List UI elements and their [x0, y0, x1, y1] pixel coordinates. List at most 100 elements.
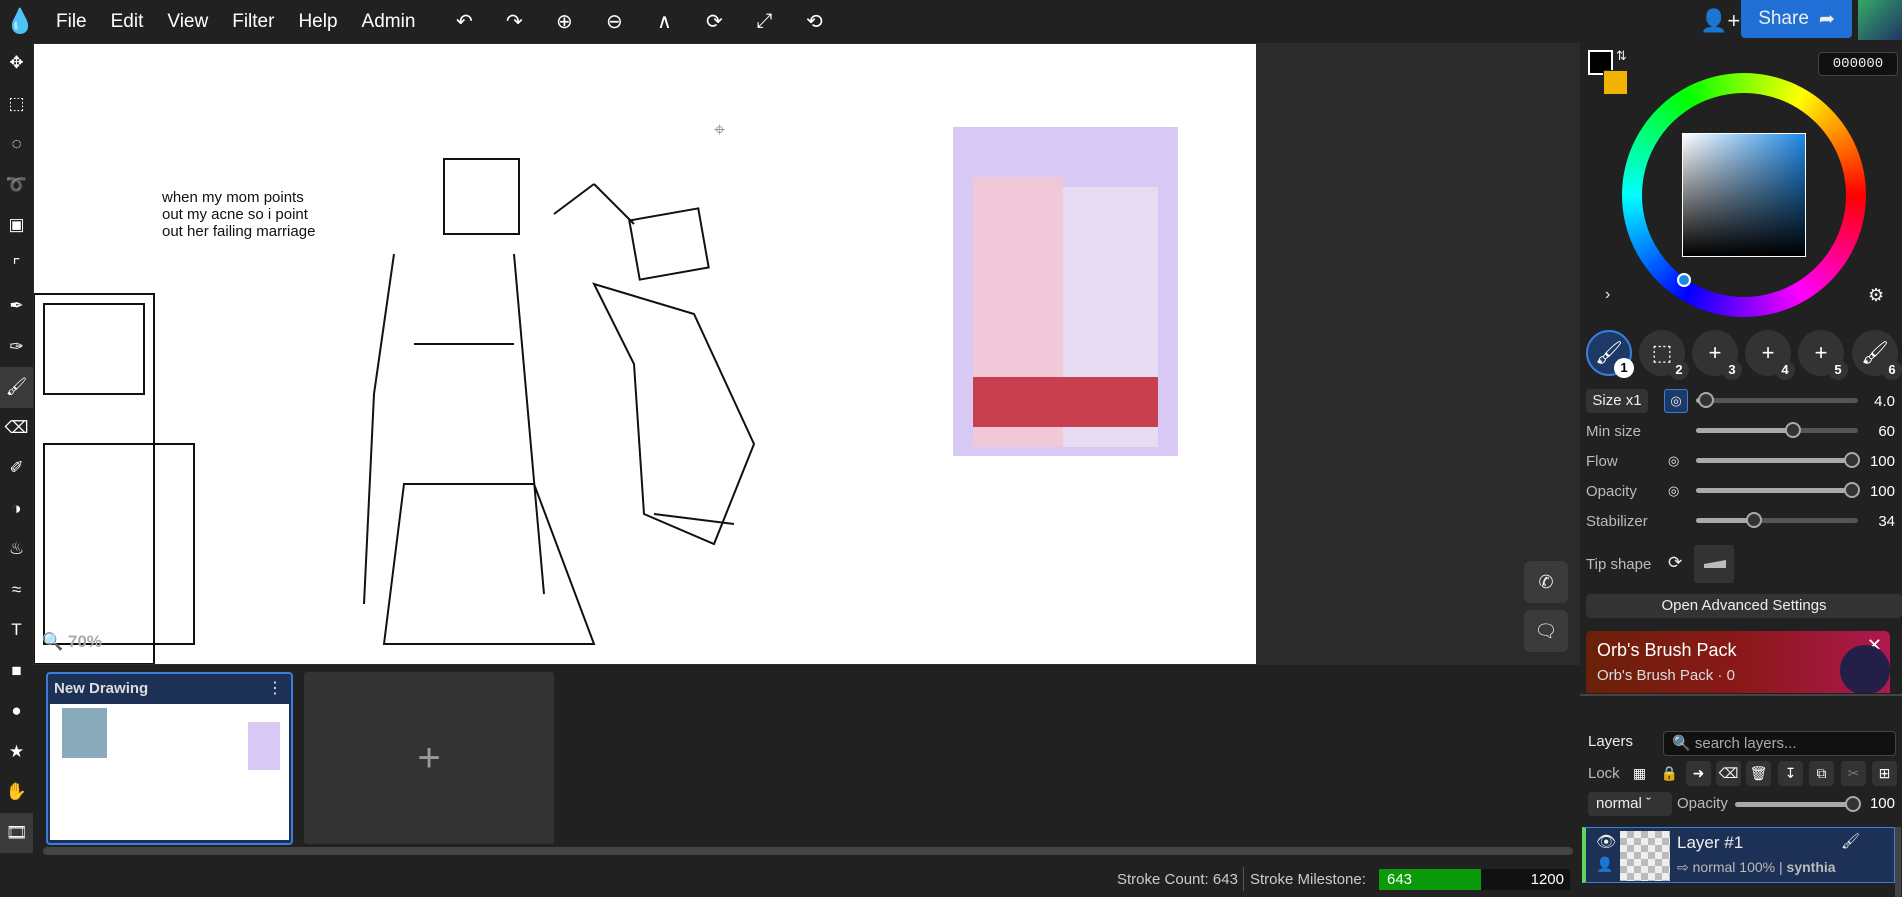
pressure-size-toggle[interactable]: ◎ — [1664, 389, 1688, 413]
ellipse-select-icon[interactable]: ◌ — [0, 124, 33, 165]
redo-icon[interactable]: ↷ — [489, 9, 539, 34]
stabilizer-slider[interactable] — [1696, 512, 1858, 528]
expand-chevron-icon[interactable]: › — [1605, 286, 1610, 304]
clip-layer-icon[interactable]: ✂ — [1841, 761, 1866, 786]
promo-banner[interactable]: Orb's Brush Pack Orb's Brush Pack · 0 ✕ — [1586, 631, 1890, 693]
fullscreen-icon[interactable]: ⤢ — [739, 10, 789, 33]
add-layer-icon[interactable]: ⊞ — [1872, 761, 1897, 786]
star-icon[interactable]: ★ — [0, 732, 33, 773]
flip-icon[interactable]: ∧ — [639, 9, 689, 34]
hand-icon[interactable]: ✋ — [0, 772, 33, 813]
move-tool-icon[interactable]: ✥ — [0, 43, 33, 84]
min-size-slider[interactable] — [1696, 422, 1858, 438]
drawing-menu-icon[interactable]: ⋮ — [267, 678, 283, 698]
size-value: 4.0 — [1874, 393, 1895, 410]
blend-mode-select[interactable]: normal ˇ — [1588, 792, 1672, 816]
hue-handle[interactable] — [1677, 273, 1691, 287]
avatar[interactable] — [1858, 0, 1902, 40]
rectangle-icon[interactable]: ■ — [0, 651, 33, 692]
color-wheel[interactable] — [1622, 73, 1866, 317]
rect-select-icon[interactable]: ⬚ — [0, 84, 33, 125]
menu-view[interactable]: View — [167, 11, 232, 33]
flow-pressure-icon[interactable]: ◎ — [1668, 453, 1679, 469]
reset-tip-icon[interactable]: ⟳ — [1668, 553, 1682, 573]
lasso-icon[interactable]: ➰ — [0, 165, 33, 206]
stabilizer-value: 34 — [1878, 513, 1895, 530]
top-menu-bar: 💧 File Edit View Filter Help Admin ↶ ↷ ⊕… — [0, 0, 1902, 43]
layer-visibility-user-icon[interactable]: 👤 — [1596, 856, 1613, 873]
brush-icon[interactable]: 🖌 — [0, 367, 33, 408]
move-layer-icon[interactable]: ➜ — [1686, 761, 1711, 786]
merge-down-icon[interactable]: ↧ — [1778, 761, 1803, 786]
brush-slot-1[interactable]: 🖌 1 — [1586, 330, 1634, 378]
drawing-card[interactable]: New Drawing ⋮ — [46, 672, 293, 845]
color-settings-icon[interactable]: ⚙ — [1868, 285, 1884, 306]
menu-file[interactable]: File — [56, 11, 111, 33]
slot-number: 5 — [1828, 360, 1848, 380]
panel-divider-handle[interactable] — [1580, 694, 1902, 696]
share-button[interactable]: Share ➦ — [1741, 0, 1852, 38]
saturation-value-square[interactable] — [1682, 133, 1806, 257]
smudge-icon[interactable]: ✐ — [0, 448, 33, 489]
duplicate-layer-icon[interactable]: ⧉ — [1809, 761, 1834, 786]
drawing-canvas[interactable]: when my mom points out my acne so i poin… — [34, 44, 1256, 664]
drawings-scrollbar[interactable] — [43, 847, 1573, 855]
left-toolbar: ✥ ⬚ ◌ ➰ ▣ ⌜ ✒ ✑ 🖌 ⌫ ✐ ◑ ♨ ≈ T ■ ● ★ ✋ 🎞 — [0, 43, 33, 897]
size-multiplier-button[interactable]: Size x1 — [1586, 389, 1648, 413]
opacity-label: Opacity — [1586, 483, 1637, 500]
zoom-in-icon[interactable]: ⊕ — [539, 9, 589, 34]
blend-icon[interactable]: ◑ — [0, 489, 33, 530]
open-advanced-settings-button[interactable]: Open Advanced Settings — [1586, 594, 1902, 618]
new-drawing-button[interactable]: + — [304, 672, 554, 844]
circle-icon[interactable]: ● — [0, 691, 33, 732]
app-logo-icon[interactable]: 💧 — [0, 7, 40, 36]
crop-icon[interactable]: ⌜ — [0, 246, 33, 287]
reset-rotate-icon[interactable]: ⟲ — [789, 9, 839, 34]
layer-row[interactable]: 👁 👤 Layer #1 🖌 ⇨ normal 100% | synthia — [1582, 827, 1895, 883]
clear-layer-icon[interactable]: ⌫ — [1716, 761, 1741, 786]
brush-slot-4[interactable]: +4 — [1745, 330, 1795, 380]
layer-search-input[interactable]: 🔍 search layers... — [1663, 731, 1896, 756]
visibility-eye-icon[interactable]: 👁 — [1596, 832, 1616, 852]
lock-alpha-icon[interactable]: ▦ — [1627, 761, 1652, 786]
flow-slider[interactable] — [1696, 452, 1860, 468]
eyedropper-icon[interactable]: ✒ — [0, 286, 33, 327]
opacity-pressure-icon[interactable]: ◎ — [1668, 483, 1679, 499]
rotate-icon[interactable]: ⟳ — [689, 9, 739, 34]
eraser-icon[interactable]: ⌫ — [0, 408, 33, 449]
menu-admin[interactable]: Admin — [362, 11, 440, 33]
call-button[interactable]: ✆ — [1524, 561, 1568, 603]
gradient-icon[interactable]: ≈ — [0, 570, 33, 611]
chat-button[interactable]: 🗨 — [1524, 610, 1568, 652]
brush-slot-2[interactable]: ⬚ 2 — [1639, 330, 1689, 380]
swap-colors-icon[interactable]: ⇅ — [1616, 48, 1627, 64]
menu-filter[interactable]: Filter — [232, 11, 298, 33]
text-icon[interactable]: T — [0, 610, 33, 651]
tip-shape-preview[interactable] — [1694, 545, 1734, 583]
fill-icon[interactable]: ♨ — [0, 529, 33, 570]
slot-number: 3 — [1722, 360, 1742, 380]
brush-slot-6[interactable]: 🖌 6 — [1852, 330, 1902, 380]
secondary-color-swatch[interactable] — [1603, 70, 1628, 95]
stroke-count: Stroke Count: 643 — [1117, 871, 1238, 888]
hex-input[interactable]: 000000 — [1818, 52, 1898, 76]
lock-icon[interactable]: 🔒 — [1657, 761, 1682, 786]
opacity-slider[interactable] — [1696, 482, 1860, 498]
menu-help[interactable]: Help — [298, 11, 361, 33]
caption-line: out her failing marriage — [162, 223, 316, 240]
zoom-out-icon[interactable]: ⊖ — [589, 9, 639, 34]
layers-scrollbar[interactable] — [1895, 827, 1901, 897]
brush-slot-3[interactable]: +3 — [1692, 330, 1742, 380]
slot-number: 4 — [1775, 360, 1795, 380]
delete-layer-icon[interactable]: 🗑 — [1746, 761, 1771, 786]
transform-icon[interactable]: ▣ — [0, 205, 33, 246]
add-user-icon[interactable]: 👤+ — [1700, 8, 1740, 34]
menu-edit[interactable]: Edit — [111, 11, 168, 33]
layer-opacity-slider[interactable] — [1735, 796, 1861, 812]
timelapse-icon[interactable]: 🎞 — [0, 812, 33, 853]
pen-icon[interactable]: ✑ — [0, 327, 33, 368]
undo-icon[interactable]: ↶ — [439, 9, 489, 34]
share-arrow-icon: ➦ — [1818, 8, 1835, 30]
size-slider[interactable] — [1696, 392, 1858, 408]
brush-slot-5[interactable]: +5 — [1798, 330, 1848, 380]
